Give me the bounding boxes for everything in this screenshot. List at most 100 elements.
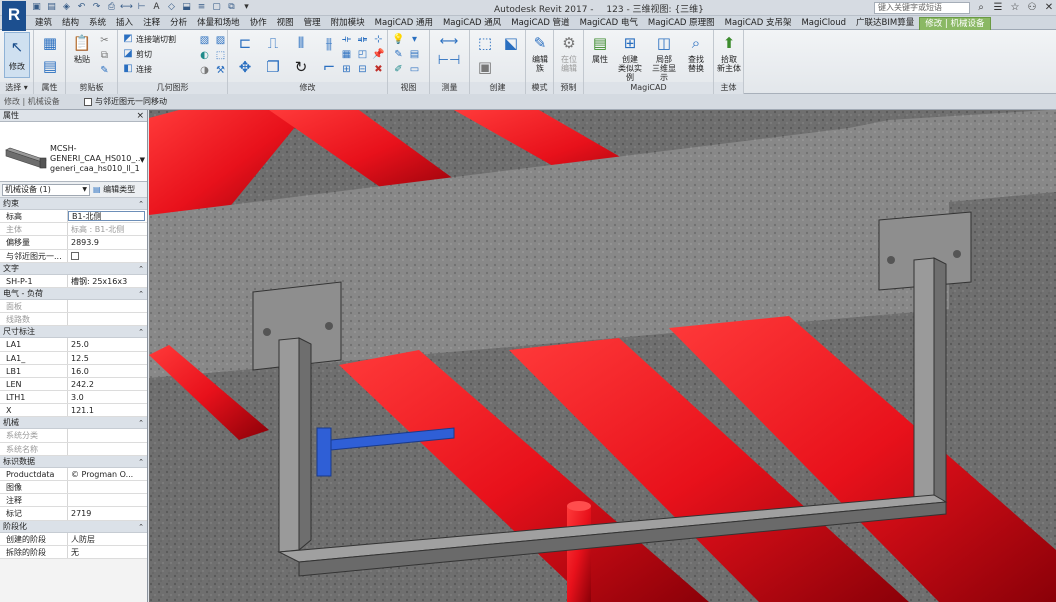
rotate-icon[interactable]: ↻	[290, 57, 312, 77]
join-button[interactable]: ◧ 连接	[122, 63, 152, 76]
collapse-icon[interactable]: ⌃	[138, 521, 144, 533]
switch-windows-icon[interactable]: ⧉	[225, 1, 238, 14]
copy-icon[interactable]: ⧉	[98, 49, 111, 62]
pick-new-host-button[interactable]: ⬆ 拾取 新主体	[715, 33, 743, 73]
close-hidden-icon[interactable]: ▢	[210, 1, 223, 14]
trim-multiple-icon[interactable]: ⊞	[340, 63, 353, 76]
property-value[interactable]: 2893.9	[68, 236, 147, 248]
trim-icon[interactable]: ⌐	[318, 57, 340, 77]
collapse-icon[interactable]: ⌃	[138, 263, 144, 275]
properties-button[interactable]: ▦	[36, 33, 64, 55]
chevron-down-icon[interactable]: ▼	[140, 156, 145, 164]
close-icon[interactable]: ×	[136, 110, 144, 122]
print-icon[interactable]: ⎙	[105, 1, 118, 14]
tab-16[interactable]: MagiCAD 支吊架	[720, 17, 797, 30]
tab-14[interactable]: MagiCAD 电气	[575, 17, 643, 30]
copy-element-icon[interactable]: ❐	[262, 57, 284, 77]
tab-18[interactable]: 广联达BIM算量	[851, 17, 919, 30]
paste-button[interactable]: 📋 粘贴	[68, 33, 96, 64]
linework-icon[interactable]: ✐	[392, 63, 405, 76]
property-value[interactable]: 3.0	[68, 391, 147, 403]
3d-viewport[interactable]	[149, 110, 1056, 602]
find-replace-button[interactable]: ⌕ 查找 替换	[682, 33, 710, 73]
cut-geometry-button[interactable]: ◩ 连接端切割	[122, 33, 176, 46]
panel-label-select[interactable]: 选择 ▾	[0, 82, 33, 94]
split-face-icon[interactable]: ▨	[214, 34, 227, 47]
pin-icon[interactable]: 📌	[372, 48, 385, 61]
create-similar-button[interactable]: ⊞ 创建 类似实例	[616, 33, 644, 82]
mirror-draw-icon[interactable]: ⫵	[318, 33, 340, 53]
property-value[interactable]: 2719	[68, 507, 147, 519]
remove-paint-icon[interactable]: ◑	[198, 64, 211, 77]
tab-8[interactable]: 视图	[272, 17, 299, 30]
property-value[interactable]: 16.0	[68, 365, 147, 377]
tab-0[interactable]: 建筑	[30, 17, 57, 30]
unpin-icon[interactable]: ⊹	[372, 33, 385, 46]
tab-11[interactable]: MagiCAD 通用	[370, 17, 438, 30]
extend-icon[interactable]: ⊟	[356, 63, 369, 76]
demolish-icon[interactable]: ⬚	[214, 49, 227, 62]
modify-button[interactable]: ↖ 修改	[4, 32, 30, 78]
property-value[interactable]	[68, 494, 147, 506]
property-section-header[interactable]: 约束 ⌃	[0, 198, 147, 210]
tab-12[interactable]: MagiCAD 通风	[438, 17, 506, 30]
property-checkbox[interactable]	[71, 251, 79, 260]
magicad-properties-button[interactable]: ▤ 属性	[586, 33, 614, 64]
tab-7[interactable]: 协作	[245, 17, 272, 30]
property-value[interactable]	[68, 250, 147, 262]
property-section-header[interactable]: 电气 - 负荷 ⌃	[0, 287, 147, 300]
cut-icon[interactable]: ✂	[98, 34, 111, 47]
property-section-header[interactable]: 标识数据 ⌃	[0, 455, 147, 468]
local-3d-button[interactable]: ◫ 局部 三维显示	[650, 33, 678, 82]
hide-icon[interactable]: ✎	[392, 48, 405, 61]
edit-type-button[interactable]: ▤ 编辑类型	[93, 184, 135, 196]
tab-10[interactable]: 附加模块	[326, 17, 370, 30]
split-gap-icon[interactable]: ⟚	[356, 33, 369, 46]
override-graphics-icon[interactable]: ▤	[408, 48, 421, 61]
collapse-icon[interactable]: ⌃	[138, 288, 144, 300]
property-value[interactable]	[68, 481, 147, 493]
collapse-icon[interactable]: ⌃	[138, 326, 144, 338]
favorites-icon[interactable]: ☆	[1008, 1, 1022, 15]
undo-icon[interactable]: ↶	[75, 1, 88, 14]
comm-center-icon[interactable]: ☰	[991, 1, 1005, 15]
array-icon[interactable]: ▦	[340, 48, 353, 61]
paint-icon[interactable]: ◐	[198, 49, 211, 62]
type-selector[interactable]: MCSH- GENERI_CAA_HS010_... generi_caa_hs…	[0, 122, 147, 182]
tab-1[interactable]: 结构	[57, 17, 84, 30]
revit-app-button[interactable]: R	[2, 1, 26, 31]
cut-button[interactable]: ◪ 剪切	[122, 48, 152, 61]
measure-icon[interactable]: ⟷	[120, 1, 133, 14]
thin-lines-icon[interactable]: ≡	[195, 1, 208, 14]
exchange-icon[interactable]: ✕	[1042, 1, 1056, 15]
offset-icon[interactable]: ⎍	[262, 33, 284, 53]
create-group-icon[interactable]: ▣	[474, 57, 496, 77]
move-with-nearby-checkbox[interactable]	[84, 98, 92, 106]
tab-15[interactable]: MagiCAD 原理图	[643, 17, 720, 30]
create-assembly-icon[interactable]: ⬚	[474, 33, 496, 53]
tab-17[interactable]: MagiCloud	[796, 17, 851, 30]
property-value[interactable]: © Progman O...	[68, 468, 147, 480]
tab-2[interactable]: 系统	[84, 17, 111, 30]
text-icon[interactable]: A	[150, 1, 163, 14]
collapse-icon[interactable]: ⌃	[138, 456, 144, 468]
edit-in-place-button[interactable]: ⚙ 在位 编辑	[555, 33, 583, 73]
bulb-icon[interactable]: 💡	[392, 33, 405, 46]
save-icon[interactable]: ▤	[45, 1, 58, 14]
property-value[interactable]: B1-北侧	[68, 211, 145, 222]
override-icon[interactable]: ▾	[408, 33, 421, 46]
instance-filter-select[interactable]: 机械设备 (1) ▼	[2, 184, 90, 196]
tab-9[interactable]: 管理	[299, 17, 326, 30]
align-icon[interactable]: ⊏	[234, 33, 256, 53]
tab-5[interactable]: 分析	[165, 17, 192, 30]
selected-support-plate[interactable]	[316, 427, 332, 477]
search-icon[interactable]: ⌕	[974, 1, 988, 15]
tab-4[interactable]: 注释	[138, 17, 165, 30]
open-icon[interactable]: ▣	[30, 1, 43, 14]
type-properties-button[interactable]: ▤	[36, 56, 64, 78]
tab-19[interactable]: 修改 | 机械设备	[919, 17, 991, 30]
edit-family-button[interactable]: ✎ 编辑族	[526, 33, 554, 73]
view-range-icon[interactable]: ▭	[408, 63, 421, 76]
tab-6[interactable]: 体量和场地	[192, 17, 245, 30]
tab-3[interactable]: 插入	[111, 17, 138, 30]
